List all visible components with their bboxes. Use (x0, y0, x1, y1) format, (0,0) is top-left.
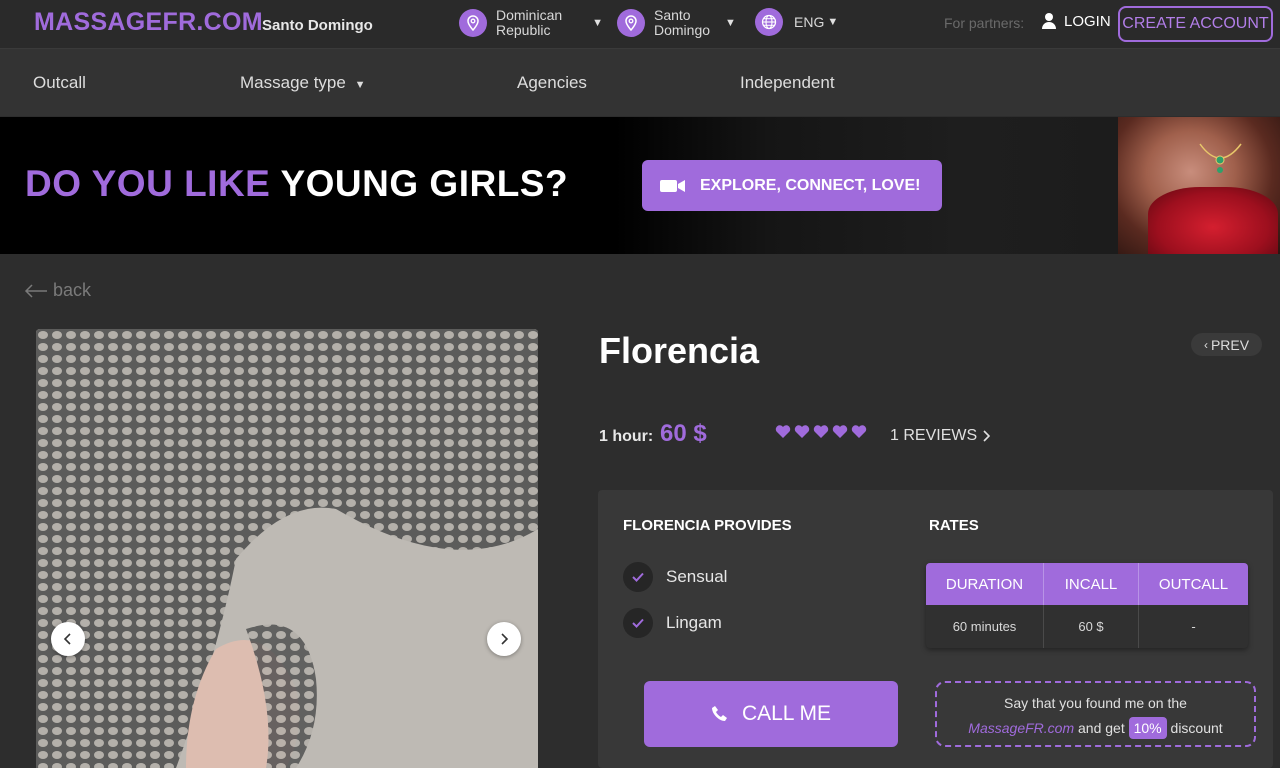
location-pin-icon (617, 9, 645, 37)
explore-button[interactable]: EXPLORE, CONNECT, LOVE! (642, 160, 942, 211)
chevron-left-icon: ‹ (1203, 337, 1208, 352)
reviews-label: 1 REVIEWS (890, 427, 978, 444)
location-pin-icon (459, 9, 487, 37)
current-city-label: Santo Domingo (262, 17, 373, 34)
rates-header-outcall: OUTCALL (1158, 575, 1229, 593)
banner-image-lace (1148, 187, 1278, 254)
call-me-button[interactable]: CALL ME (644, 681, 898, 747)
rates-title: RATES (929, 517, 979, 534)
rates-cell-outcall: - (1191, 619, 1196, 634)
discount-site: MassageFR.com (968, 720, 1075, 736)
country-selector[interactable]: Dominican Republic ▼ (459, 8, 603, 38)
chevron-down-icon: ▼ (354, 79, 366, 91)
video-camera-icon (660, 179, 685, 192)
profile-name: Florencia (599, 330, 760, 371)
city-selector[interactable]: Santo Domingo ▼ (617, 8, 736, 38)
service-item: Lingam (623, 608, 722, 638)
nav-item-label: Massage type (240, 73, 346, 92)
call-me-label: CALL ME (741, 702, 832, 725)
heart-icon (775, 425, 791, 438)
discount-and-get: and get (1074, 720, 1129, 736)
heart-icon (832, 425, 848, 438)
login-link[interactable]: LOGIN (1041, 12, 1111, 30)
phone-icon (711, 706, 727, 721)
table-row: 60 minutes 60 $ - (926, 605, 1248, 648)
city-line1: Santo (654, 7, 691, 23)
service-label: Lingam (666, 613, 722, 632)
heart-icon (794, 425, 810, 438)
price-value: 60 $ (660, 420, 707, 447)
nav-item-outcall[interactable]: Outcall (33, 73, 86, 93)
chevron-left-icon (63, 633, 71, 645)
country-line2: Republic (496, 22, 551, 38)
rates-header-incall: INCALL (1044, 563, 1139, 605)
chevron-down-icon: ▼ (592, 16, 604, 29)
rates-header-row: DURATION INCALL OUTCALL (926, 563, 1248, 605)
prev-label: PREV (1210, 336, 1250, 353)
discount-line2: MassageFR.com and get 10% discount (937, 716, 1254, 741)
rating-hearts (775, 425, 867, 439)
arrow-left-icon (24, 283, 47, 298)
main-nav: Outcall Massage type ▼ Agencies Independ… (0, 48, 1280, 116)
provides-title: FLORENCIA PROVIDES (623, 517, 792, 534)
photo-content (36, 329, 538, 768)
banner-headline-white: YOUNG GIRLS? (280, 163, 569, 204)
discount-percent-badge: 10% (1128, 717, 1167, 739)
create-account-button[interactable]: CREATE ACCOUNT (1118, 6, 1273, 42)
language-label: ENG (794, 13, 825, 30)
banner-image (1118, 117, 1280, 254)
check-icon (623, 608, 653, 638)
service-label: Sensual (666, 567, 728, 586)
rates-header-duration: DURATION (926, 563, 1044, 605)
chevron-down-icon: ▼ (725, 16, 736, 29)
rates-cell-incall: 60 $ (1044, 605, 1139, 648)
partners-label: For partners: (944, 15, 1025, 31)
photo-next-button[interactable] (487, 622, 521, 656)
back-link[interactable]: back (24, 280, 91, 301)
explore-button-label: EXPLORE, CONNECT, LOVE! (700, 176, 921, 194)
service-item: Sensual (623, 562, 727, 592)
chevron-down-icon: ▼ (827, 15, 839, 28)
back-label: back (53, 280, 92, 300)
site-logo[interactable]: MASSAGEFR.COM (34, 8, 263, 37)
nav-item-massage-type[interactable]: Massage type ▼ (240, 73, 365, 93)
discount-suffix: discount (1166, 720, 1223, 736)
language-selector[interactable]: ENG ▼ (755, 8, 838, 36)
discount-line1: Say that you found me on the (1004, 695, 1187, 711)
banner-headline: DO YOU LIKE YOUNG GIRLS? (25, 163, 568, 205)
country-line1: Dominican (496, 7, 563, 23)
necklace-icon (1199, 143, 1242, 173)
reviews-link[interactable]: 1 REVIEWS (890, 427, 991, 445)
nav-item-agencies[interactable]: Agencies (517, 73, 587, 93)
discount-notice: Say that you found me on the MassageFR.c… (935, 681, 1256, 747)
heart-icon (851, 425, 867, 438)
globe-icon (755, 8, 783, 36)
heart-icon (813, 425, 829, 438)
rates-table: DURATION INCALL OUTCALL 60 minutes 60 $ … (926, 563, 1248, 648)
login-label: LOGIN (1064, 12, 1111, 30)
check-icon (623, 562, 653, 592)
chevron-right-icon (983, 430, 991, 442)
city-line2: Domingo (654, 22, 711, 38)
promo-banner[interactable]: DO YOU LIKE YOUNG GIRLS? EXPLORE, CONNEC… (0, 117, 1280, 254)
profile-photo (36, 329, 538, 768)
photo-prev-button[interactable] (51, 622, 85, 656)
nav-item-independent[interactable]: Independent (740, 73, 835, 93)
chevron-right-icon (501, 633, 509, 645)
user-icon (1042, 13, 1056, 29)
prev-profile-button[interactable]: ‹ PREV (1191, 333, 1262, 356)
rates-cell-duration: 60 minutes (926, 605, 1044, 648)
price-label: 1 hour: (599, 428, 654, 445)
banner-headline-purple: DO YOU LIKE (25, 163, 281, 204)
top-bar: MASSAGEFR.COM Santo Domingo Dominican Re… (0, 0, 1280, 48)
